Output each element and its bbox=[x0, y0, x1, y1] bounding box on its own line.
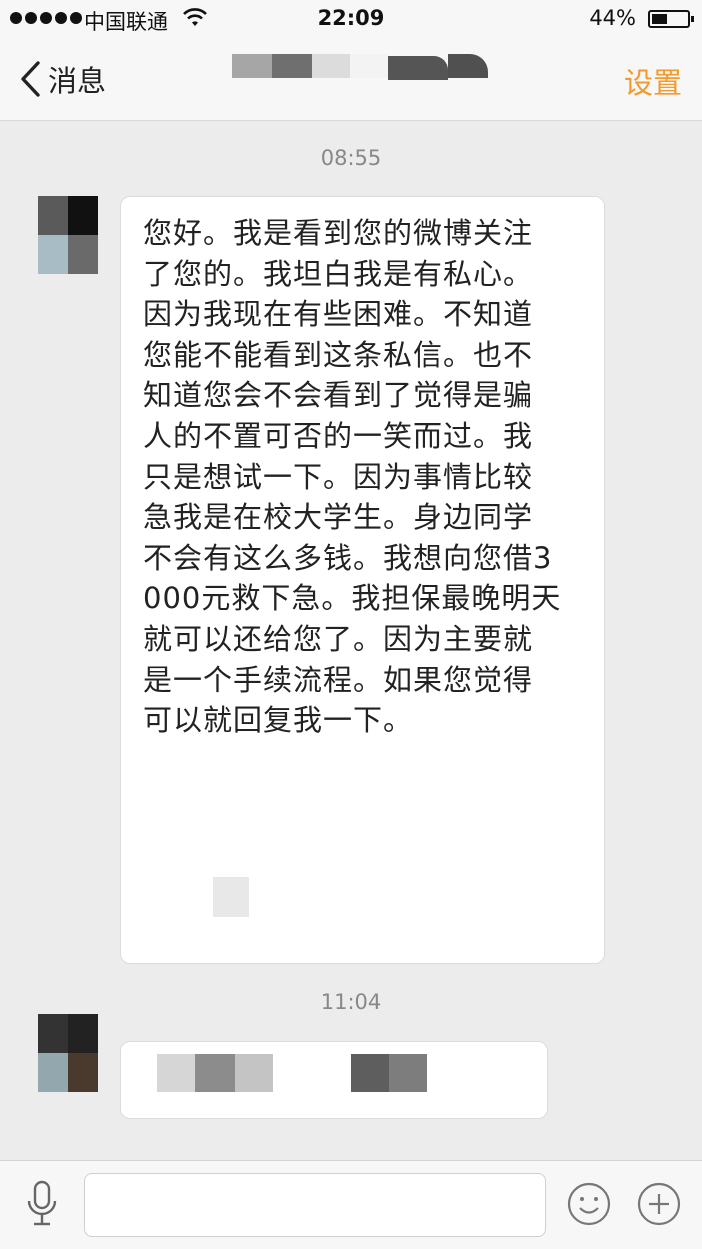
sender-avatar[interactable] bbox=[38, 1014, 98, 1092]
battery-icon bbox=[648, 10, 694, 28]
status-bar: 中国联通 22:09 44% bbox=[0, 0, 702, 40]
settings-button[interactable]: 设置 bbox=[624, 60, 682, 102]
microphone-icon[interactable] bbox=[22, 1179, 62, 1229]
message-input[interactable] bbox=[84, 1173, 546, 1237]
message-bubble[interactable]: 您好。我是看到您的微博关注 了您的。我坦白我是有私心。 因为我现在有些困难。不知… bbox=[120, 196, 605, 964]
message-bubble[interactable] bbox=[120, 1041, 548, 1119]
message-text: 您好。我是看到您的微博关注 了您的。我坦白我是有私心。 因为我现在有些困难。不知… bbox=[143, 216, 562, 738]
input-bar bbox=[0, 1160, 702, 1249]
back-button[interactable]: 消息 bbox=[18, 58, 106, 100]
nav-bar: 消息 设置 bbox=[0, 40, 702, 121]
chevron-left-icon bbox=[21, 61, 40, 97]
redacted-message-text bbox=[157, 1054, 427, 1092]
battery-fill bbox=[652, 14, 667, 24]
battery-percent: 44% bbox=[589, 6, 636, 30]
redacted-area bbox=[141, 757, 588, 947]
message-timestamp: 08:55 bbox=[320, 146, 382, 170]
back-label: 消息 bbox=[48, 64, 107, 98]
sender-avatar[interactable] bbox=[38, 196, 98, 274]
message-timestamp: 11:04 bbox=[320, 990, 382, 1014]
plus-circle-icon[interactable] bbox=[636, 1181, 682, 1227]
contact-name-redacted bbox=[232, 54, 488, 80]
smiley-icon[interactable] bbox=[566, 1181, 612, 1227]
